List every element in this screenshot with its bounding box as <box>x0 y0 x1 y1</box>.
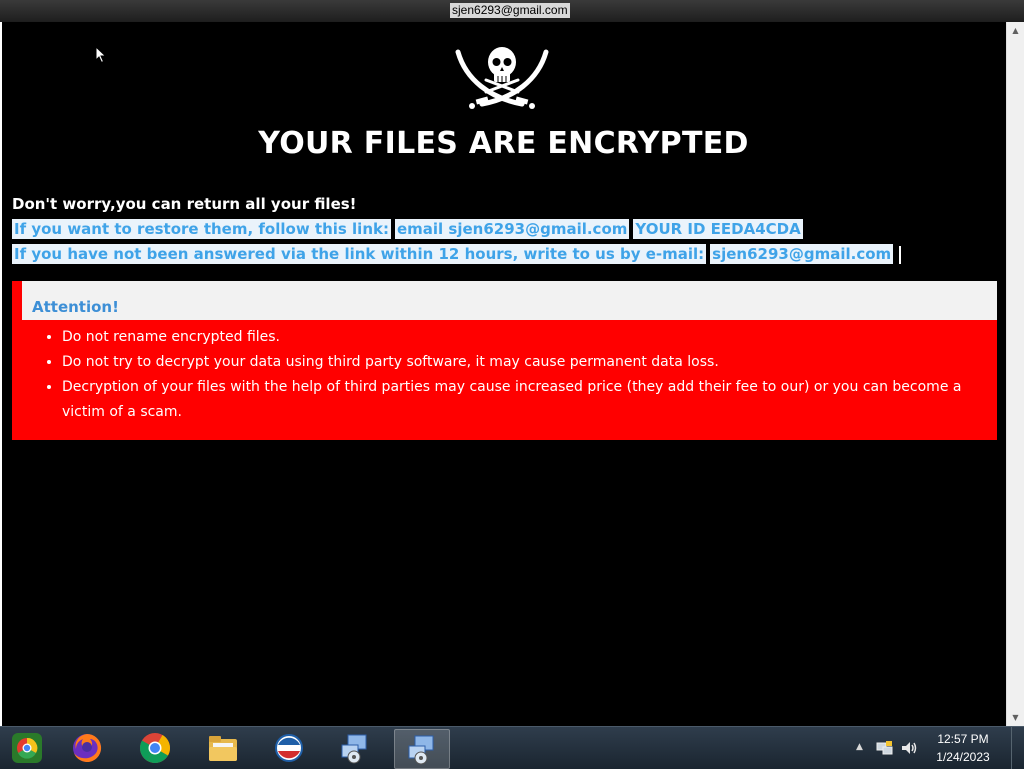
network-setup-icon <box>341 734 367 764</box>
firefox-icon <box>73 733 102 762</box>
volume-icon[interactable] <box>900 740 918 756</box>
attention-list: Do not rename encrypted files. Do not tr… <box>42 325 1002 425</box>
window-title-bar[interactable]: sjen6293@gmail.com <box>0 0 1024 22</box>
taskbar-firefox[interactable] <box>60 729 114 767</box>
clock-date[interactable]: 1/24/2023 <box>930 750 996 764</box>
taskbar-internet-explorer[interactable] <box>262 729 316 767</box>
network-setup-icon <box>408 735 434 765</box>
scroll-up-arrow-icon[interactable]: ▲ <box>1007 22 1024 39</box>
restore-instructions: If you want to restore them, follow this… <box>12 219 803 239</box>
restore-prefix: If you want to restore them, follow this… <box>12 219 391 239</box>
ie-icon <box>275 734 303 762</box>
reassurance-text: Don't worry,you can return all your file… <box>12 195 357 213</box>
clock-time[interactable]: 12:57 PM <box>930 732 996 746</box>
vertical-scrollbar[interactable]: ▲ ▼ <box>1006 22 1024 726</box>
page-title: YOUR FILES ARE ENCRYPTED <box>258 126 749 161</box>
attention-box: Attention! Do not rename encrypted files… <box>12 281 997 440</box>
fallback-email: sjen6293@gmail.com <box>710 244 894 264</box>
taskbar-file-explorer[interactable] <box>196 729 250 767</box>
taskbar: ▲ 12:57 PM 1/24/2023 <box>0 726 1024 769</box>
list-item: Do not try to decrypt your data using th… <box>62 350 1002 375</box>
ransom-note-window: YOUR FILES ARE ENCRYPTED Don't worry,you… <box>0 22 1024 726</box>
taskbar-network-setup[interactable] <box>328 729 382 767</box>
attention-title: Attention! <box>32 298 119 316</box>
chrome-icon <box>139 733 171 764</box>
start-orb-icon <box>12 733 42 763</box>
window-title: sjen6293@gmail.com <box>450 3 570 18</box>
text-caret <box>899 245 902 264</box>
show-desktop-button[interactable] <box>1011 727 1024 769</box>
taskbar-network-setup-active[interactable] <box>394 729 450 769</box>
victim-id-text: YOUR ID EEDA4CDA <box>633 219 803 239</box>
mouse-cursor-icon <box>95 46 107 64</box>
file-explorer-icon <box>209 736 237 761</box>
fallback-instructions: If you have not been answered via the li… <box>12 244 902 264</box>
taskbar-chrome[interactable] <box>128 729 182 767</box>
skull-crossed-swords-icon <box>455 47 549 109</box>
fallback-prefix: If you have not been answered via the li… <box>12 244 707 264</box>
network-status-icon[interactable] <box>876 740 894 756</box>
list-item: Do not rename encrypted files. <box>62 325 1002 350</box>
start-button[interactable] <box>0 729 54 767</box>
system-tray: ▲ 12:57 PM 1/24/2023 <box>854 727 1024 769</box>
scroll-down-arrow-icon[interactable]: ▼ <box>1007 709 1024 726</box>
restore-email-link[interactable]: email sjen6293@gmail.com <box>394 219 630 239</box>
show-hidden-icons-icon[interactable]: ▲ <box>856 742 863 752</box>
list-item: Decryption of your files with the help o… <box>62 375 1002 425</box>
attention-header: Attention! <box>22 281 997 320</box>
